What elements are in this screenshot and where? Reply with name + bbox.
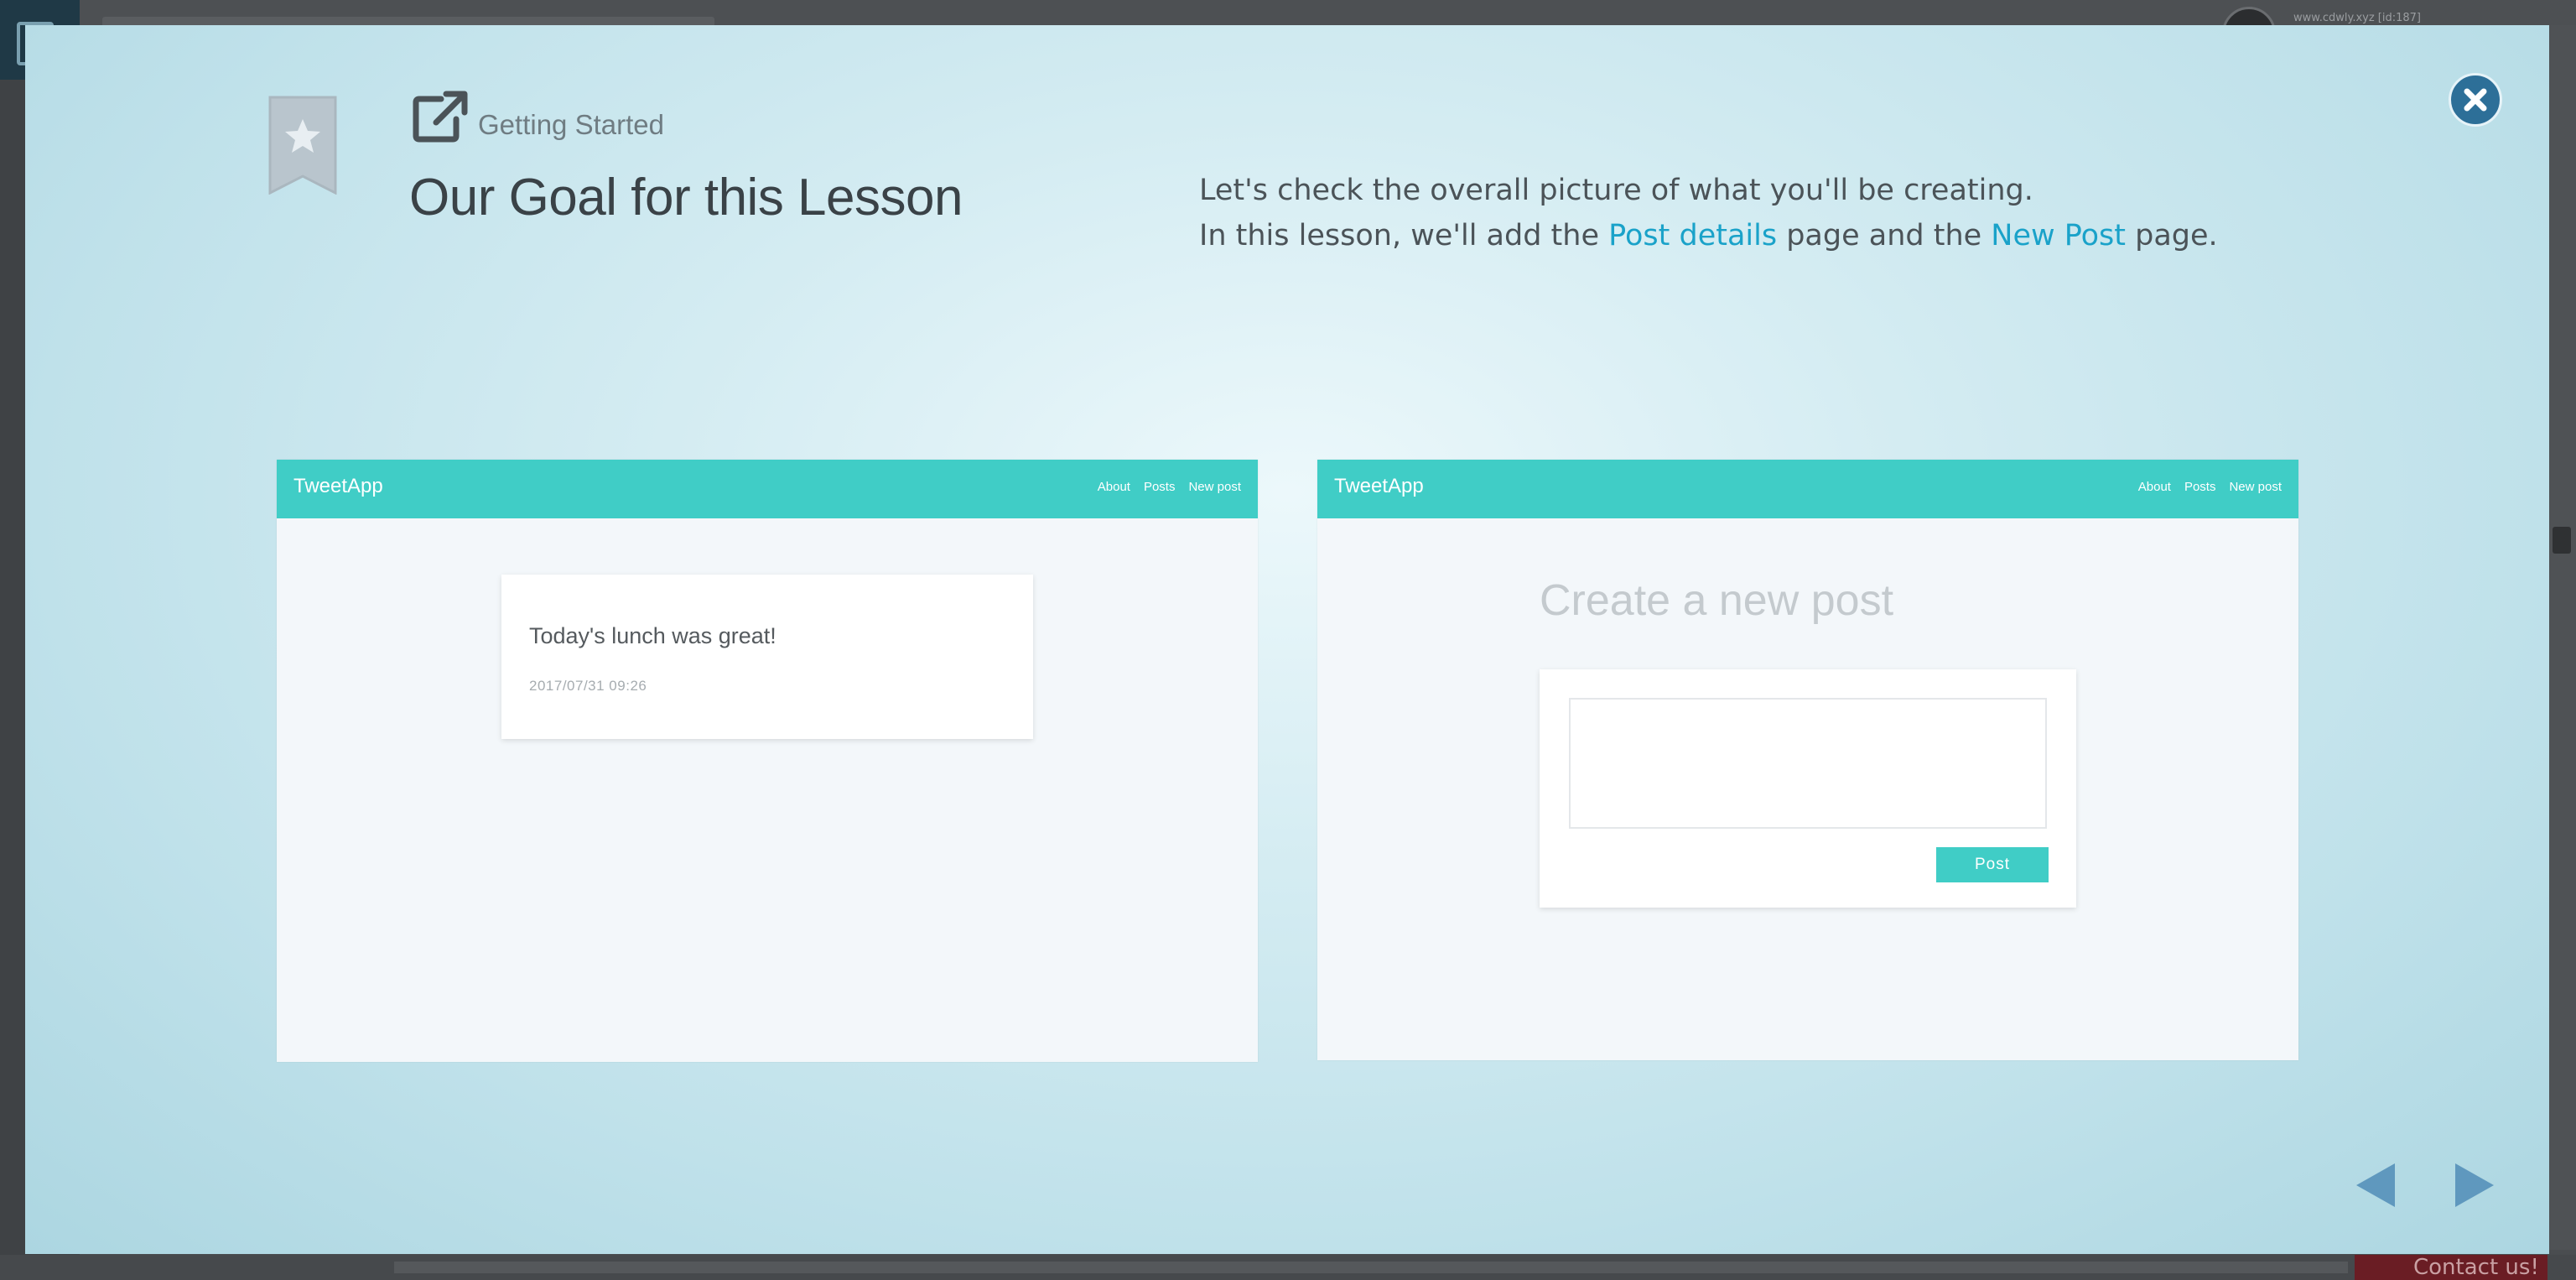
new-post-link[interactable]: New Post [1991,219,2126,252]
nav-about: About [2137,480,2171,494]
new-post-preview: TweetApp About Posts New post Create a n… [1317,460,2298,1060]
scrollbar-thumb [2553,527,2571,554]
external-link-icon [413,91,468,143]
bookmark-star-icon [268,96,337,195]
nav-new-post: New post [1188,480,1241,494]
app-header: TweetApp About Posts New post [1317,460,2298,518]
post-button: Post [1936,847,2049,882]
contact-button: Contact us! [2355,1255,2547,1280]
lesson-description: Let's check the overall picture of what … [1199,168,2218,258]
background-bottom-bar: Contact us! [0,1255,2576,1280]
description-prefix: In this lesson, we'll add the [1199,219,1609,252]
background-scrollbar [2547,25,2576,1250]
description-line-1: Let's check the overall picture of what … [1199,174,2033,207]
post-details-preview: TweetApp About Posts New post Today's lu… [277,460,1258,1062]
user-id-text: www.cdwly.xyz [id:187] [2293,12,2421,24]
app-nav: About Posts New post [1098,480,1241,494]
post-text: Today's lunch was great! [529,623,776,648]
post-details-link[interactable]: Post details [1608,219,1777,252]
app-brand: TweetApp [1334,475,1424,497]
horizontal-scrollbar [394,1262,2348,1273]
nav-posts: Posts [2184,480,2216,494]
nav-posts: Posts [1143,480,1176,494]
next-arrow-icon[interactable] [2454,1162,2497,1209]
lesson-kicker: Getting Started [478,109,664,140]
close-button[interactable] [2449,73,2502,127]
close-icon [2464,88,2487,112]
nav-new-post: New post [2229,480,2282,494]
app-header: TweetApp About Posts New post [277,460,1258,518]
post-card: Today's lunch was great! 2017/07/31 09:2… [501,575,1033,739]
nav-about: About [1097,480,1130,494]
lesson-goal-modal: Getting Started Our Goal for this Lesson… [25,25,2549,1254]
form-title: Create a new post [1540,576,1894,625]
app-nav: About Posts New post [2138,480,2282,494]
post-date: 2017/07/31 09:26 [529,678,647,694]
description-middle: page and the [1777,219,1992,252]
app-brand: TweetApp [293,475,383,497]
prev-arrow-icon[interactable] [2353,1162,2397,1209]
description-suffix: page. [2126,219,2218,252]
post-textarea [1569,698,2047,829]
page-title: Our Goal for this Lesson [409,169,963,226]
new-post-form: Post [1540,669,2076,908]
description-line-2: In this lesson, we'll add the Post detai… [1199,213,2218,258]
